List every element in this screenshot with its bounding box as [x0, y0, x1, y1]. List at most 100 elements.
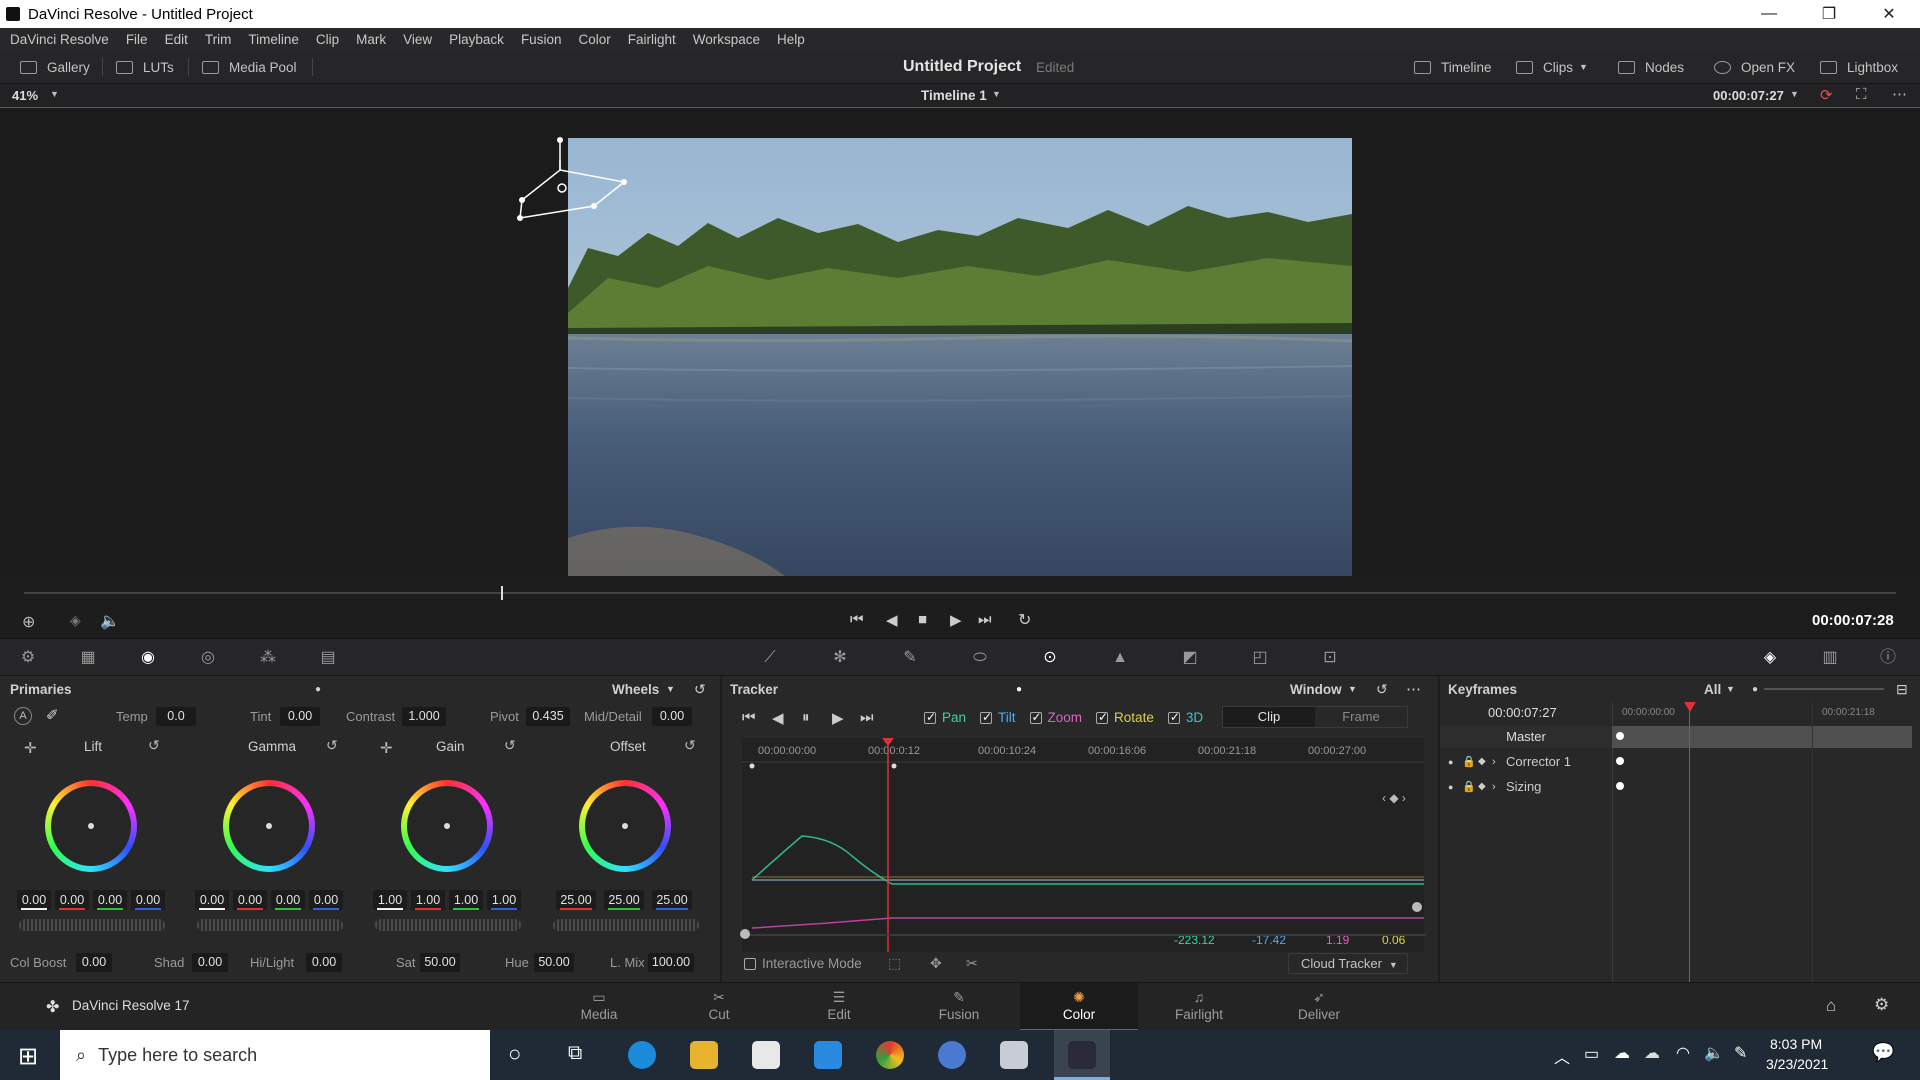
scopes-icon[interactable]: ▥ — [1820, 648, 1840, 668]
page-fairlight[interactable]: ♫ Fairlight — [1140, 983, 1258, 1031]
onedrive-icon[interactable]: ☁ — [1644, 1043, 1660, 1063]
offset-g-field[interactable]: 25.00 — [604, 890, 644, 910]
photos-icon[interactable] — [1000, 1041, 1028, 1069]
keyframe-marker[interactable] — [1616, 732, 1624, 740]
tint-field[interactable]: 0.00 — [280, 707, 320, 726]
expand-chevron-icon[interactable]: › — [1492, 776, 1496, 798]
offset-r-field[interactable]: 25.00 — [556, 890, 596, 910]
mail-icon[interactable] — [814, 1041, 842, 1069]
viewer-options-icon[interactable]: ⊕ — [22, 612, 35, 632]
menu-clip[interactable]: Clip — [316, 32, 339, 47]
volume-tray-icon[interactable]: 🔈 — [1704, 1043, 1724, 1063]
sizing-icon[interactable]: ⊡ — [1320, 648, 1340, 668]
reset-icon[interactable]: ↺ — [148, 737, 160, 754]
gamma-b-field[interactable]: 0.00 — [309, 890, 343, 910]
hue-field[interactable]: 50.00 — [534, 953, 574, 972]
scrub-playhead[interactable] — [501, 586, 504, 600]
clips-button[interactable]: Clips ▼ — [1516, 50, 1588, 84]
offset-wheel[interactable] — [579, 780, 671, 872]
magic-mask-icon[interactable]: ▲ — [1110, 648, 1130, 668]
tracker-mode-select[interactable]: Window — [1290, 682, 1342, 697]
keyframes-playhead[interactable] — [1689, 702, 1690, 982]
menu-view[interactable]: View — [403, 32, 432, 47]
tracker-option-checkbox[interactable] — [1029, 710, 1042, 725]
lift-g-field[interactable]: 0.00 — [93, 890, 127, 910]
keyframe-marker[interactable] — [1616, 757, 1624, 765]
shad-field[interactable]: 0.00 — [192, 953, 228, 972]
gamma-wheel[interactable] — [223, 780, 315, 872]
keyframes-filter-select[interactable]: All — [1704, 682, 1721, 697]
contrast-field[interactable]: 1.000 — [402, 707, 446, 726]
gain-wheel[interactable] — [401, 780, 493, 872]
key-icon[interactable]: ◰ — [1250, 648, 1270, 668]
expand-chevron-icon[interactable]: › — [1492, 751, 1496, 773]
interactive-mode-checkbox[interactable] — [744, 958, 756, 971]
gain-g-field[interactable]: 1.00 — [449, 890, 483, 910]
media-pool-button[interactable]: Media Pool — [202, 50, 297, 84]
pen-icon[interactable]: ✎ — [1734, 1043, 1747, 1063]
expand-icon[interactable]: ⊟ — [1896, 681, 1908, 698]
tracker-option-pan[interactable]: Pan — [924, 710, 966, 725]
nodes-button[interactable]: Nodes — [1618, 50, 1684, 84]
skip-to-start-icon[interactable]: ⏮ — [850, 611, 864, 628]
tray-date[interactable]: 3/23/2021 — [1766, 1056, 1828, 1072]
gain-y-field[interactable]: 1.00 — [373, 890, 407, 910]
cloud-upload-icon[interactable]: ☁ — [1614, 1043, 1630, 1063]
menu-timeline[interactable]: Timeline — [248, 32, 299, 47]
auto-balance-icon[interactable]: A — [14, 707, 32, 725]
tracker-type-select[interactable]: Cloud Tracker ▼ — [1288, 953, 1408, 974]
lift-r-field[interactable]: 0.00 — [55, 890, 89, 910]
gallery-button[interactable]: Gallery — [20, 50, 90, 84]
qbittorrent-icon[interactable] — [938, 1041, 966, 1069]
stop-icon[interactable]: ■ — [918, 611, 927, 628]
tracker-option-tilt[interactable]: Tilt — [980, 710, 1016, 725]
tracker-option-zoom[interactable]: Zoom — [1029, 710, 1082, 725]
hdr-wheels-icon[interactable]: ◎ — [198, 648, 218, 668]
info-icon[interactable]: ⓘ — [1878, 648, 1898, 668]
power-window-shape[interactable] — [500, 128, 640, 248]
pivot-field[interactable]: 0.435 — [526, 707, 570, 726]
menu-file[interactable]: File — [126, 32, 148, 47]
close-button[interactable]: ✕ — [1860, 0, 1918, 28]
tracker-option-3d[interactable]: 3D — [1167, 710, 1203, 725]
lift-y-field[interactable]: 0.00 — [17, 890, 51, 910]
offset-master-wheel[interactable] — [553, 919, 699, 931]
gamma-y-field[interactable]: 0.00 — [195, 890, 229, 910]
edge-icon[interactable] — [628, 1041, 656, 1069]
color-match-icon[interactable]: ▦ — [78, 648, 98, 668]
gain-r-field[interactable]: 1.00 — [411, 890, 445, 910]
zoom-slider-handle[interactable]: ● — [1752, 684, 1758, 695]
reset-icon[interactable]: ↺ — [326, 737, 338, 754]
set-point-icon[interactable]: ✥ — [930, 955, 942, 972]
chevron-down-icon[interactable]: ▼ — [1726, 684, 1735, 694]
lift-wheel[interactable] — [45, 780, 137, 872]
tracker-option-checkbox[interactable] — [1096, 710, 1108, 725]
gain-b-field[interactable]: 1.00 — [487, 890, 521, 910]
gamma-master-wheel[interactable] — [197, 919, 343, 931]
store-icon[interactable] — [752, 1041, 780, 1069]
lift-b-field[interactable]: 0.00 — [131, 890, 165, 910]
sizing-row[interactable]: ● 🔒 ◆ › Sizing — [1440, 776, 1612, 798]
lightbox-button[interactable]: Lightbox — [1820, 50, 1898, 84]
chrome-icon[interactable] — [876, 1041, 904, 1069]
crosshair-icon[interactable]: ✛ — [24, 739, 37, 757]
master-track[interactable] — [1612, 726, 1912, 748]
camera-raw-icon[interactable]: ⚙ — [18, 648, 38, 668]
resolve-taskbar-button[interactable] — [1054, 1030, 1110, 1080]
curves-icon[interactable]: ⟋ — [760, 648, 780, 668]
hilight-field[interactable]: 0.00 — [306, 953, 342, 972]
timeline-button[interactable]: Timeline — [1414, 50, 1492, 84]
qualifier-icon[interactable]: ✎ — [900, 648, 920, 668]
gamma-g-field[interactable]: 0.00 — [271, 890, 305, 910]
menu-trim[interactable]: Trim — [205, 32, 232, 47]
windows-start-icon[interactable]: ⊞ — [18, 1042, 38, 1071]
zoom-level[interactable]: 41% — [12, 88, 38, 103]
battery-icon[interactable]: ▭ — [1584, 1044, 1599, 1064]
menu-mark[interactable]: Mark — [356, 32, 386, 47]
insert-feature-icon[interactable]: ⬚ — [888, 955, 901, 972]
scrub-bar[interactable] — [24, 592, 1896, 594]
lock-icon[interactable]: 🔒 — [1462, 776, 1476, 798]
bypass-icon[interactable]: ⟳ — [1820, 86, 1833, 104]
play-icon[interactable]: ▶ — [950, 611, 962, 629]
home-icon[interactable]: ⌂ — [1826, 996, 1836, 1016]
